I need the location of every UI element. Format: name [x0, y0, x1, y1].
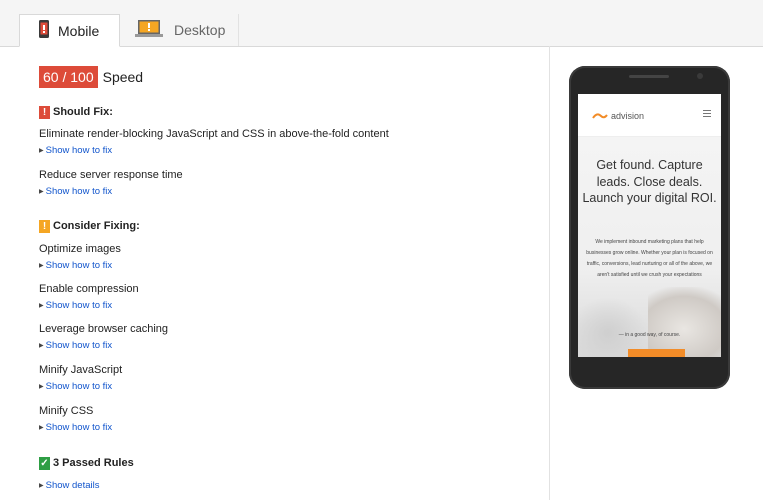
- hero-background: [578, 297, 648, 357]
- should-fix-heading: ! Should Fix:: [39, 104, 113, 120]
- caret-right-icon: ▶: [39, 483, 44, 489]
- tab-mobile-label: Mobile: [58, 22, 100, 39]
- hamburger-menu-icon: [703, 110, 711, 119]
- link-label: Show how to fix: [45, 381, 113, 392]
- caret-right-icon: ▶: [39, 384, 44, 390]
- hero-hands-image: [648, 287, 721, 357]
- link-label: Show how to fix: [45, 186, 113, 197]
- rule-title: Enable compression: [39, 283, 139, 295]
- caution-icon: !: [39, 219, 50, 233]
- show-how-to-fix-link[interactable]: ▶ Show how to fix: [39, 340, 168, 352]
- consider-fixing-heading: ! Consider Fixing:: [39, 218, 140, 234]
- site-headline: Get found. Capture leads. Close deals. L…: [582, 158, 717, 205]
- panel-divider: [549, 46, 550, 500]
- tab-desktop[interactable]: Desktop: [121, 14, 239, 46]
- warning-icon: !: [39, 105, 50, 119]
- rule-title: Minify CSS: [39, 405, 94, 417]
- passed-rules-label: 3 Passed Rules: [53, 457, 134, 469]
- rule-item: Reduce server response time ▶ Show how to…: [39, 168, 183, 198]
- should-fix-label: Should Fix:: [53, 106, 113, 118]
- rule-item: Leverage browser caching ▶ Show how to fi…: [39, 322, 168, 352]
- desktop-icon: [135, 19, 163, 41]
- phone-speaker: [629, 75, 669, 78]
- site-tagline: — in a good way, of course.: [618, 332, 681, 338]
- rule-title: Eliminate render-blocking JavaScript and…: [39, 128, 389, 140]
- site-cta-button: [628, 349, 685, 357]
- rule-item: Eliminate render-blocking JavaScript and…: [39, 127, 389, 157]
- phone-preview: advision Get found. Capture leads. Close…: [569, 66, 730, 389]
- link-label: Show details: [45, 480, 100, 491]
- caret-right-icon: ▶: [39, 263, 44, 269]
- link-label: Show how to fix: [45, 340, 113, 351]
- score-label: Speed: [102, 69, 144, 85]
- score-badge: 60 / 100: [39, 66, 98, 88]
- show-details-link[interactable]: ▶ Show details: [39, 480, 100, 492]
- mobile-icon: [39, 20, 49, 41]
- caret-right-icon: ▶: [39, 303, 44, 309]
- advision-logo-icon: [592, 113, 608, 119]
- rule-item: Minify JavaScript ▶ Show how to fix: [39, 363, 122, 393]
- phone-camera: [697, 73, 703, 79]
- site-logo: advision: [592, 111, 644, 121]
- rule-item: Optimize images ▶ Show how to fix: [39, 242, 121, 272]
- rule-title: Reduce server response time: [39, 169, 183, 181]
- phone-screen: advision Get found. Capture leads. Close…: [578, 94, 721, 357]
- caret-right-icon: ▶: [39, 425, 44, 431]
- rule-title: Leverage browser caching: [39, 323, 169, 335]
- tab-bar: Mobile Desktop: [0, 0, 763, 47]
- rule-item: Minify CSS ▶ Show how to fix: [39, 404, 112, 434]
- speed-score: 60 / 100 Speed: [39, 66, 143, 88]
- caret-right-icon: ▶: [39, 148, 44, 154]
- site-logo-text: advision: [611, 111, 645, 121]
- link-label: Show how to fix: [45, 260, 113, 271]
- show-how-to-fix-link[interactable]: ▶ Show how to fix: [39, 260, 121, 272]
- site-header: advision: [578, 94, 721, 137]
- show-how-to-fix-link[interactable]: ▶ Show how to fix: [39, 381, 122, 393]
- caret-right-icon: ▶: [39, 343, 44, 349]
- rule-item: Enable compression ▶ Show how to fix: [39, 282, 139, 312]
- consider-fixing-label: Consider Fixing:: [53, 220, 140, 232]
- caret-right-icon: ▶: [39, 189, 44, 195]
- rule-title: Minify JavaScript: [39, 364, 123, 376]
- link-label: Show how to fix: [45, 300, 113, 311]
- tab-mobile[interactable]: Mobile: [19, 14, 120, 47]
- checkmark-icon: ✓: [39, 456, 50, 470]
- show-how-to-fix-link[interactable]: ▶ Show how to fix: [39, 145, 389, 157]
- show-how-to-fix-link[interactable]: ▶ Show how to fix: [39, 422, 112, 434]
- link-label: Show how to fix: [45, 422, 113, 433]
- link-label: Show how to fix: [45, 145, 113, 156]
- site-body-text: We implement inbound marketing plans tha…: [586, 239, 713, 278]
- rule-title: Optimize images: [39, 243, 121, 255]
- show-how-to-fix-link[interactable]: ▶ Show how to fix: [39, 300, 139, 312]
- show-how-to-fix-link[interactable]: ▶ Show how to fix: [39, 186, 183, 198]
- passed-rules-heading: ✓ 3 Passed Rules: [39, 455, 134, 471]
- tab-desktop-label: Desktop: [174, 22, 226, 38]
